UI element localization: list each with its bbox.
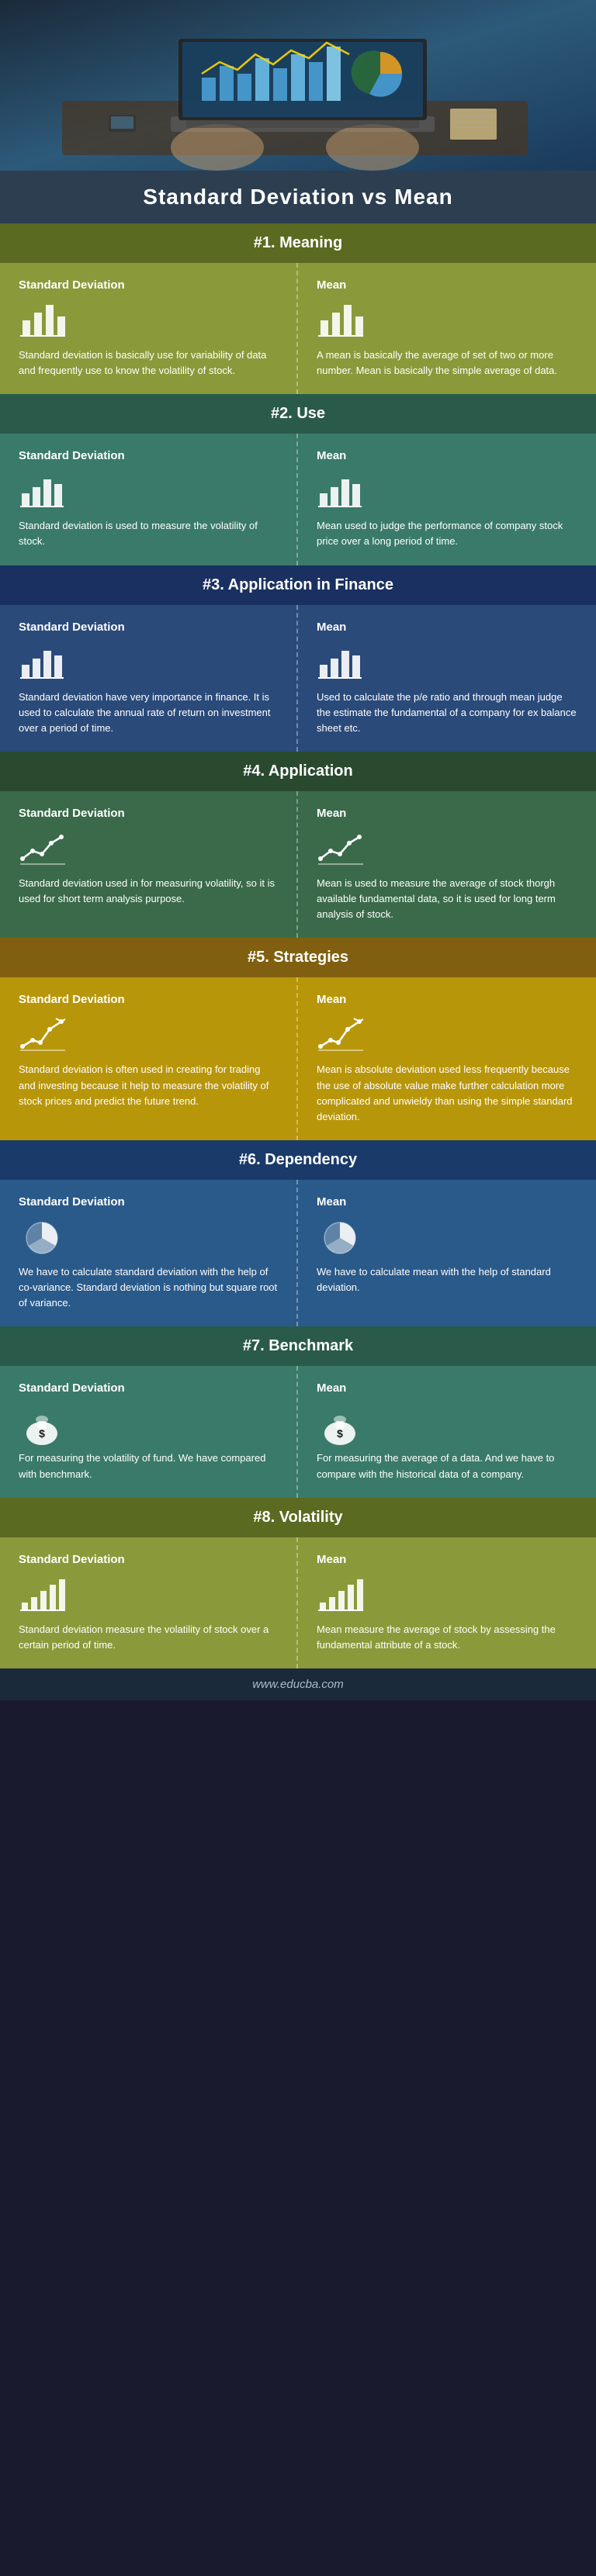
- right-col-dependency: Mean We have to calculate mean with the …: [298, 1180, 596, 1326]
- left-body-application-finance: Standard deviation have very importance …: [19, 690, 278, 736]
- right-body-use: Mean used to judge the performance of co…: [317, 518, 577, 549]
- left-body-application: Standard deviation used in for measuring…: [19, 876, 278, 907]
- left-icon-volatility: [19, 1575, 65, 1614]
- right-icon-benchmark: $: [317, 1404, 363, 1443]
- left-body-use: Standard deviation is used to measure th…: [19, 518, 278, 549]
- right-header-strategies: Mean: [317, 993, 577, 1006]
- right-header-benchmark: Mean: [317, 1381, 577, 1395]
- left-icon-strategies: [19, 1015, 65, 1054]
- section-title-application-finance: #3. Application in Finance: [16, 576, 580, 594]
- right-body-meaning: A mean is basically the average of set o…: [317, 348, 577, 379]
- section-title-meaning: #1. Meaning: [16, 234, 580, 252]
- right-col-application: Mean Mean is used to measure the average…: [298, 791, 596, 938]
- right-col-meaning: Mean A mean is basically the average of …: [298, 263, 596, 394]
- left-body-volatility: Standard deviation measure the volatilit…: [19, 1622, 278, 1653]
- left-col-benchmark: Standard Deviation $ For measuring the v…: [0, 1366, 298, 1497]
- right-header-meaning: Mean: [317, 278, 577, 292]
- section-header-volatility: #8. Volatility: [0, 1498, 596, 1537]
- right-body-strategies: Mean is absolute deviation used less fre…: [317, 1062, 577, 1125]
- section-title-volatility: #8. Volatility: [16, 1509, 580, 1527]
- right-icon-use: [317, 472, 363, 510]
- comparison-row-strategies: Standard Deviation Standard deviation is…: [0, 977, 596, 1140]
- section-title-application: #4. Application: [16, 762, 580, 780]
- right-col-strategies: Mean Mean is absolute deviation used les…: [298, 977, 596, 1140]
- left-header-strategies: Standard Deviation: [19, 993, 278, 1006]
- page-title-bar: Standard Deviation vs Mean: [0, 171, 596, 223]
- right-header-application: Mean: [317, 807, 577, 820]
- right-icon-dependency: [317, 1218, 363, 1257]
- comparison-row-benchmark: Standard Deviation $ For measuring the v…: [0, 1366, 596, 1497]
- left-icon-application-finance: [19, 643, 65, 682]
- section-title-strategies: #5. Strategies: [16, 949, 580, 966]
- footer: www.educba.com: [0, 1668, 596, 1700]
- left-header-meaning: Standard Deviation: [19, 278, 278, 292]
- right-icon-meaning: [317, 301, 363, 340]
- comparison-row-application: Standard Deviation Standard deviation us…: [0, 791, 596, 938]
- right-icon-application: [317, 829, 363, 868]
- section-title-use: #2. Use: [16, 405, 580, 423]
- left-header-dependency: Standard Deviation: [19, 1195, 278, 1208]
- left-body-dependency: We have to calculate standard deviation …: [19, 1264, 278, 1311]
- right-body-application: Mean is used to measure the average of s…: [317, 876, 577, 922]
- section-header-application-finance: #3. Application in Finance: [0, 565, 596, 605]
- section-header-benchmark: #7. Benchmark: [0, 1326, 596, 1366]
- right-body-dependency: We have to calculate mean with the help …: [317, 1264, 577, 1295]
- footer-url: www.educba.com: [252, 1678, 344, 1691]
- section-header-meaning: #1. Meaning: [0, 223, 596, 263]
- comparison-row-use: Standard Deviation Standard deviation is…: [0, 434, 596, 565]
- left-body-benchmark: For measuring the volatility of fund. We…: [19, 1451, 278, 1482]
- hero-section: [0, 0, 596, 171]
- left-col-strategies: Standard Deviation Standard deviation is…: [0, 977, 298, 1140]
- right-header-volatility: Mean: [317, 1553, 577, 1566]
- section-header-strategies: #5. Strategies: [0, 938, 596, 977]
- comparison-row-volatility: Standard Deviation Standard deviation me…: [0, 1537, 596, 1668]
- left-col-dependency: Standard Deviation We have to calculate …: [0, 1180, 298, 1326]
- comparison-row-meaning: Standard Deviation Standard deviation is…: [0, 263, 596, 394]
- left-icon-use: [19, 472, 65, 510]
- section-header-use: #2. Use: [0, 394, 596, 434]
- left-header-use: Standard Deviation: [19, 449, 278, 462]
- left-icon-meaning: [19, 301, 65, 340]
- left-body-strategies: Standard deviation is often used in crea…: [19, 1062, 278, 1108]
- left-header-application: Standard Deviation: [19, 807, 278, 820]
- svg-text:$: $: [39, 1427, 45, 1440]
- right-icon-volatility: [317, 1575, 363, 1614]
- section-title-benchmark: #7. Benchmark: [16, 1337, 580, 1355]
- section-title-dependency: #6. Dependency: [16, 1151, 580, 1169]
- right-header-use: Mean: [317, 449, 577, 462]
- right-header-dependency: Mean: [317, 1195, 577, 1208]
- left-header-benchmark: Standard Deviation: [19, 1381, 278, 1395]
- left-col-volatility: Standard Deviation Standard deviation me…: [0, 1537, 298, 1668]
- svg-text:$: $: [337, 1427, 343, 1440]
- right-icon-application-finance: [317, 643, 363, 682]
- sections-container: #1. Meaning Standard Deviation Standard …: [0, 223, 596, 1668]
- section-header-application: #4. Application: [0, 752, 596, 791]
- right-header-application-finance: Mean: [317, 621, 577, 634]
- right-col-benchmark: Mean $ For measuring the average of a da…: [298, 1366, 596, 1497]
- right-body-volatility: Mean measure the average of stock by ass…: [317, 1622, 577, 1653]
- right-body-application-finance: Used to calculate the p/e ratio and thro…: [317, 690, 577, 736]
- left-col-meaning: Standard Deviation Standard deviation is…: [0, 263, 298, 394]
- right-col-application-finance: Mean Used to calculate the p/e ratio and…: [298, 605, 596, 752]
- right-col-volatility: Mean Mean measure the average of stock b…: [298, 1537, 596, 1668]
- page-title: Standard Deviation vs Mean: [16, 185, 580, 209]
- left-icon-benchmark: $: [19, 1404, 65, 1443]
- comparison-row-application-finance: Standard Deviation Standard deviation ha…: [0, 605, 596, 752]
- right-col-use: Mean Mean used to judge the performance …: [298, 434, 596, 565]
- right-icon-strategies: [317, 1015, 363, 1054]
- left-col-use: Standard Deviation Standard deviation is…: [0, 434, 298, 565]
- left-header-volatility: Standard Deviation: [19, 1553, 278, 1566]
- left-header-application-finance: Standard Deviation: [19, 621, 278, 634]
- left-icon-application: [19, 829, 65, 868]
- left-icon-dependency: [19, 1218, 65, 1257]
- left-col-application-finance: Standard Deviation Standard deviation ha…: [0, 605, 298, 752]
- left-col-application: Standard Deviation Standard deviation us…: [0, 791, 298, 938]
- comparison-row-dependency: Standard Deviation We have to calculate …: [0, 1180, 596, 1326]
- right-body-benchmark: For measuring the average of a data. And…: [317, 1451, 577, 1482]
- left-body-meaning: Standard deviation is basically use for …: [19, 348, 278, 379]
- section-header-dependency: #6. Dependency: [0, 1140, 596, 1180]
